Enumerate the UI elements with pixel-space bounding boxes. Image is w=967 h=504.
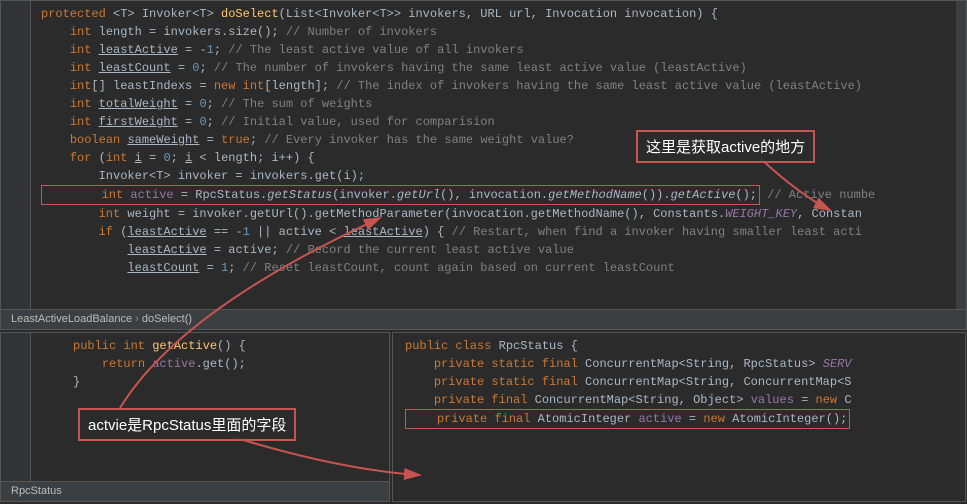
code-line: Invoker<T> invoker = invokers.get(i); [41, 167, 926, 185]
code-line: private final ConcurrentMap<String, Obje… [405, 391, 925, 409]
breadcrumb-item[interactable]: LeastActiveLoadBalance [11, 313, 132, 325]
breadcrumb-item[interactable]: doSelect() [135, 313, 192, 325]
code-line: int totalWeight = 0; // The sum of weigh… [41, 95, 926, 113]
code-main[interactable]: protected <T> Invoker<T> doSelect(List<I… [1, 1, 966, 281]
code-line: int[] leastIndexs = new int[length]; // … [41, 77, 926, 95]
code-bottom-left[interactable]: public int getActive() { return active.g… [1, 333, 389, 395]
code-line: private static final ConcurrentMap<Strin… [405, 373, 925, 391]
annotation-get-active: 这里是获取active的地方 [636, 130, 815, 163]
code-line: int weight = invoker.getUrl().getMethodP… [41, 205, 926, 223]
code-line: if (leastActive == -1 || active < leastA… [41, 223, 926, 241]
breadcrumb-bottom-left[interactable]: RpcStatus [1, 481, 389, 501]
editor-bottom-right[interactable]: public class RpcStatus { private static … [392, 332, 966, 502]
code-line: int leastActive = -1; // The least activ… [41, 41, 926, 59]
editor-main[interactable]: protected <T> Invoker<T> doSelect(List<I… [0, 0, 967, 330]
code-line: private static final ConcurrentMap<Strin… [405, 355, 925, 373]
gutter [1, 333, 31, 481]
breadcrumb-item[interactable]: RpcStatus [11, 485, 62, 497]
code-line: public class RpcStatus { [405, 337, 925, 355]
code-line: int length = invokers.size(); // Number … [41, 23, 926, 41]
code-line: int active = RpcStatus.getStatus(invoker… [41, 185, 926, 205]
code-line: } [73, 373, 349, 391]
code-line: int leastCount = 0; // The number of inv… [41, 59, 926, 77]
breadcrumb-main[interactable]: LeastActiveLoadBalance doSelect() [1, 309, 966, 329]
code-line: return active.get(); [73, 355, 349, 373]
code-line: protected <T> Invoker<T> doSelect(List<I… [41, 5, 926, 23]
code-line: public int getActive() { [73, 337, 349, 355]
code-line: private final AtomicInteger active = new… [405, 409, 925, 429]
annotation-text: 这里是获取active的地方 [646, 139, 805, 156]
code-line: leastCount = 1; // Reset leastCount, cou… [41, 259, 926, 277]
code-bottom-right[interactable]: public class RpcStatus { private static … [393, 333, 965, 433]
annotation-field: actvie是RpcStatus里面的字段 [78, 408, 296, 441]
scrollbar-vertical[interactable] [956, 1, 966, 309]
code-line: int firstWeight = 0; // Initial value, u… [41, 113, 926, 131]
gutter [1, 1, 31, 309]
annotation-text: actvie是RpcStatus里面的字段 [88, 417, 286, 434]
code-line: leastActive = active; // Record the curr… [41, 241, 926, 259]
